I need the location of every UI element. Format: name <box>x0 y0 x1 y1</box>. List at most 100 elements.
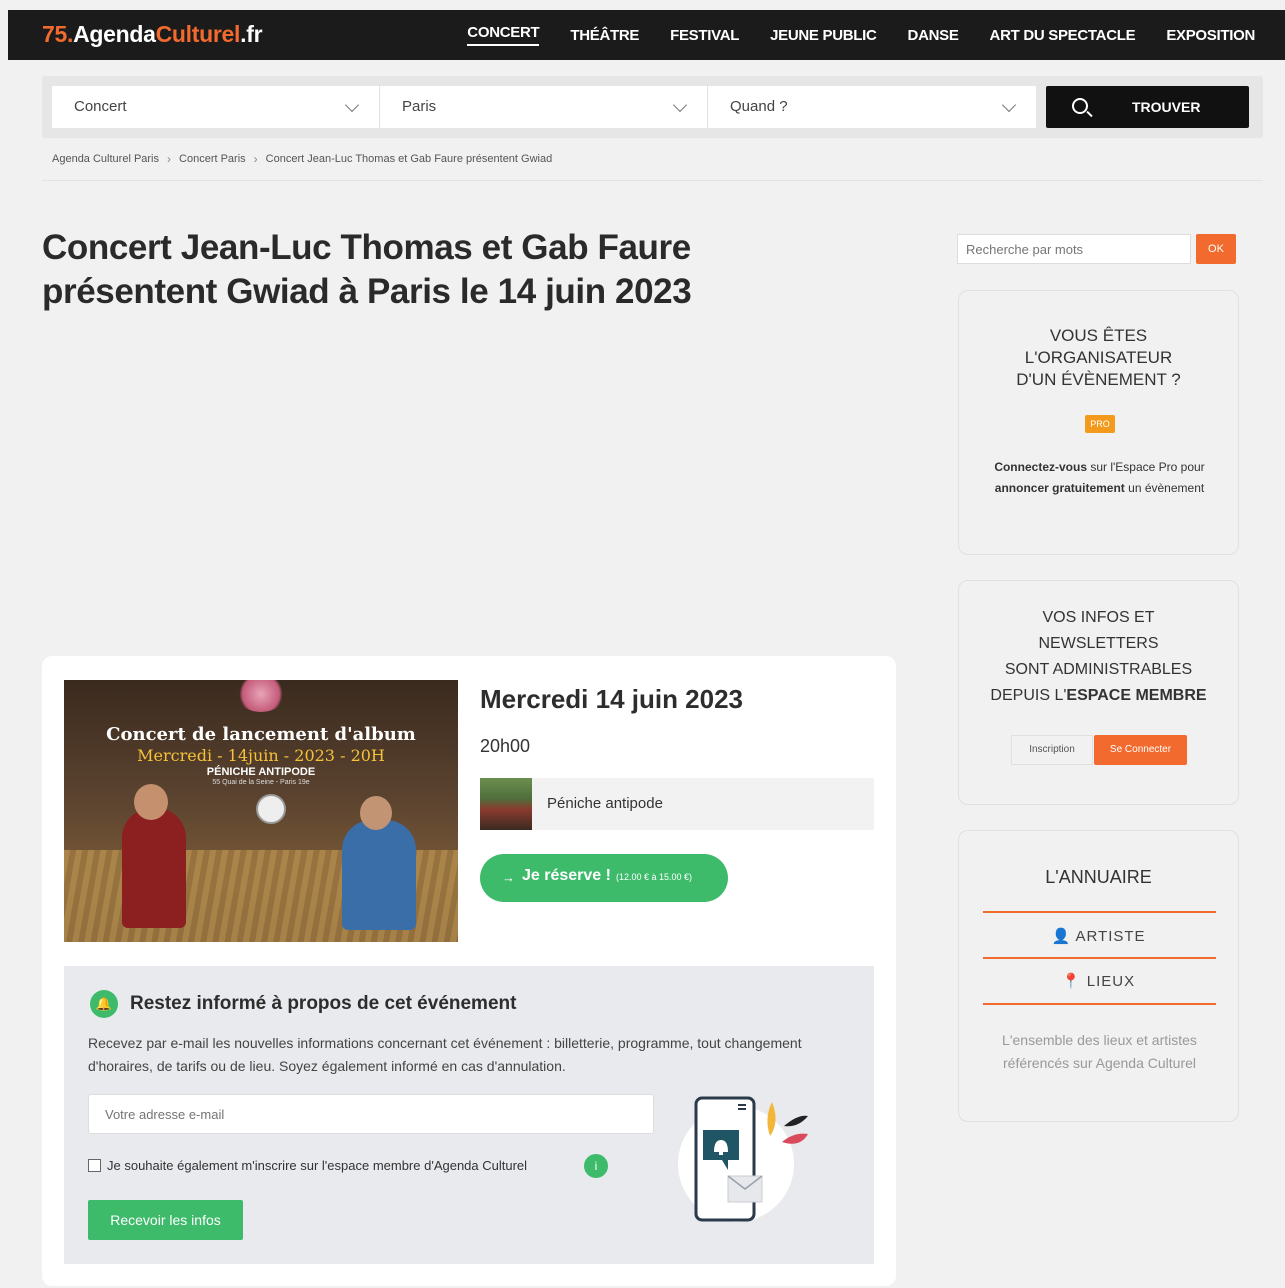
organizer-heading-line: D'UN ÉVÈNEMENT ? <box>1016 370 1181 389</box>
divider <box>983 911 1216 913</box>
breadcrumb-separator-icon: › <box>167 152 172 166</box>
date-select-value: Quand ? <box>730 98 788 115</box>
nav-concert[interactable]: CONCERT <box>467 24 540 46</box>
organizer-text-part: sur l'Espace Pro pour <box>1087 460 1205 474</box>
search-button[interactable]: TROUVER <box>1046 86 1249 128</box>
notification-illustration-icon <box>678 1096 808 1222</box>
keyword-search-input[interactable] <box>957 234 1191 264</box>
keyword-search-button[interactable]: OK <box>1196 234 1236 264</box>
receive-info-button[interactable]: Recevoir les infos <box>88 1200 243 1240</box>
venue-thumbnail <box>480 778 532 830</box>
venue-link[interactable]: Péniche antipode <box>480 778 874 830</box>
event-date: Mercredi 14 juin 2023 <box>480 684 744 714</box>
organizer-text: Connectez-vous sur l'Espace Pro pour ann… <box>979 457 1220 499</box>
inscription-button[interactable]: Inscription <box>1011 735 1093 765</box>
directory-artiste-link[interactable]: 👤 ARTISTE <box>959 927 1238 945</box>
organizer-text-part: un évènement <box>1124 481 1205 495</box>
category-select[interactable]: Concert <box>52 86 380 128</box>
email-field[interactable] <box>88 1094 654 1134</box>
member-heading-bold: ESPACE MEMBRE <box>1066 687 1207 704</box>
event-time: 20h00 <box>480 736 531 756</box>
nav-jeune-public[interactable]: JEUNE PUBLIC <box>770 27 877 44</box>
venue-name: Péniche antipode <box>547 795 663 812</box>
chevron-down-icon <box>344 97 360 113</box>
reserve-label: Je réserve ! <box>522 867 611 884</box>
top-navbar: 75.AgendaCulturel.fr CONCERT THÉÂTRE FES… <box>8 10 1285 60</box>
pro-badge: PRO <box>1085 415 1115 433</box>
event-poster[interactable]: Concert de lancement d'album Mercredi - … <box>64 680 458 942</box>
nav-exposition[interactable]: EXPOSITION <box>1166 27 1255 44</box>
organizer-text-bold: annoncer gratuitement <box>994 481 1125 495</box>
member-heading-line: VOS INFOS ET <box>1042 609 1155 626</box>
logo-prefix: 75. <box>42 21 74 47</box>
poster-date: Mercredi - 14juin - 2023 - 20H <box>137 746 385 765</box>
poster-address: 55 Quai de la Seine - Paris 19e <box>212 779 310 786</box>
stay-informed-panel: 🔔 Restez informé à propos de cet événeme… <box>64 966 874 1264</box>
category-select-value: Concert <box>74 98 127 115</box>
event-card: Concert de lancement d'album Mercredi - … <box>42 656 896 1286</box>
nav-theatre[interactable]: THÉÂTRE <box>570 27 639 44</box>
member-heading-line: SONT ADMINISTRABLES <box>1004 661 1193 678</box>
nav-festival[interactable]: FESTIVAL <box>670 27 739 44</box>
poster-headline: Concert de lancement d'album <box>106 724 416 745</box>
chevron-down-icon <box>1001 97 1017 113</box>
site-logo[interactable]: 75.AgendaCulturel.fr <box>42 21 263 48</box>
logo-end: Culturel <box>155 21 241 47</box>
member-box: VOS INFOS ET NEWSLETTERS SONT ADMINISTRA… <box>958 580 1239 805</box>
city-select[interactable]: Paris <box>380 86 708 128</box>
poster-flower <box>236 680 286 712</box>
info-icon[interactable]: i <box>584 1154 608 1178</box>
member-signup-checkbox[interactable] <box>88 1159 101 1172</box>
nav-art-du-spectacle[interactable]: ART DU SPECTACLE <box>990 27 1136 44</box>
member-heading: VOS INFOS ET NEWSLETTERS SONT ADMINISTRA… <box>959 605 1238 709</box>
bell-icon: 🔔 <box>90 990 118 1018</box>
poster-flutist <box>342 820 416 930</box>
stay-informed-description: Recevez par e-mail les nouvelles informa… <box>88 1035 802 1074</box>
logo-tld: .fr <box>240 21 263 47</box>
user-icon: 👤 <box>1051 928 1072 945</box>
organizer-heading: VOUS ÊTES L'ORGANISATEUR D'UN ÉVÈNEMENT … <box>959 325 1238 391</box>
breadcrumb-separator-icon: › <box>253 152 258 166</box>
divider <box>983 957 1216 959</box>
date-select[interactable]: Quand ? <box>708 86 1036 128</box>
logo-mid: Agenda <box>73 21 156 47</box>
login-button[interactable]: Se Connecter <box>1094 735 1187 765</box>
directory-artiste-label: ARTISTE <box>1075 928 1146 945</box>
directory-box: L'ANNUAIRE 👤 ARTISTE 📍 LIEUX L'ensemble … <box>958 830 1239 1122</box>
main-nav: CONCERT THÉÂTRE FESTIVAL JEUNE PUBLIC DA… <box>467 10 1255 60</box>
poster-venue: PÉNICHE ANTIPODE <box>206 766 316 778</box>
directory-lieux-label: LIEUX <box>1086 973 1136 990</box>
member-heading-line: NEWSLETTERS <box>1038 635 1159 652</box>
directory-title: L'ANNUAIRE <box>1045 867 1152 887</box>
breadcrumb-item[interactable]: Agenda Culturel Paris <box>52 153 159 165</box>
page-title: Concert Jean-Luc Thomas et Gab Faure pré… <box>42 228 692 311</box>
poster-clock <box>256 794 286 824</box>
map-pin-icon: 📍 <box>1061 973 1082 990</box>
breadcrumb-item[interactable]: Concert Paris <box>179 153 246 165</box>
breadcrumb-current: Concert Jean-Luc Thomas et Gab Faure pré… <box>265 153 553 165</box>
organizer-box: VOUS ÊTES L'ORGANISATEUR D'UN ÉVÈNEMENT … <box>958 290 1239 555</box>
member-heading-part: DEPUIS L' <box>990 687 1067 704</box>
poster-violinist <box>122 808 186 928</box>
arrow-right-icon: → <box>502 870 515 885</box>
member-signup-label: Je souhaite également m'inscrire sur l'e… <box>107 1158 528 1173</box>
chevron-down-icon <box>672 97 688 113</box>
poster-violinist-head <box>134 784 168 820</box>
nav-danse[interactable]: DANSE <box>908 27 959 44</box>
city-select-value: Paris <box>402 98 437 115</box>
search-bar: Concert Paris Quand ? TROUVER <box>42 76 1263 138</box>
breadcrumb: Agenda Culturel Paris › Concert Paris › … <box>52 152 552 166</box>
divider <box>42 180 1263 181</box>
reserve-button[interactable]: → Je réserve ! (12.00 € à 15.00 €) <box>480 854 728 902</box>
poster-flutist-head <box>360 796 392 830</box>
reserve-price: (12.00 € à 15.00 €) <box>616 872 693 882</box>
search-button-label: TROUVER <box>1132 99 1201 115</box>
search-icon <box>1072 98 1088 114</box>
connect-link[interactable]: Connectez-vous <box>994 460 1087 474</box>
directory-description: L'ensemble des lieux et artistes référen… <box>1002 1032 1197 1071</box>
organizer-heading-line: L'ORGANISATEUR <box>1024 348 1173 367</box>
member-heading-line: DEPUIS L'ESPACE MEMBRE <box>959 683 1238 709</box>
organizer-heading-line: VOUS ÊTES <box>1049 326 1148 345</box>
stay-informed-title: Restez informé à propos de cet événement <box>130 993 517 1014</box>
directory-lieux-link[interactable]: 📍 LIEUX <box>959 972 1238 990</box>
